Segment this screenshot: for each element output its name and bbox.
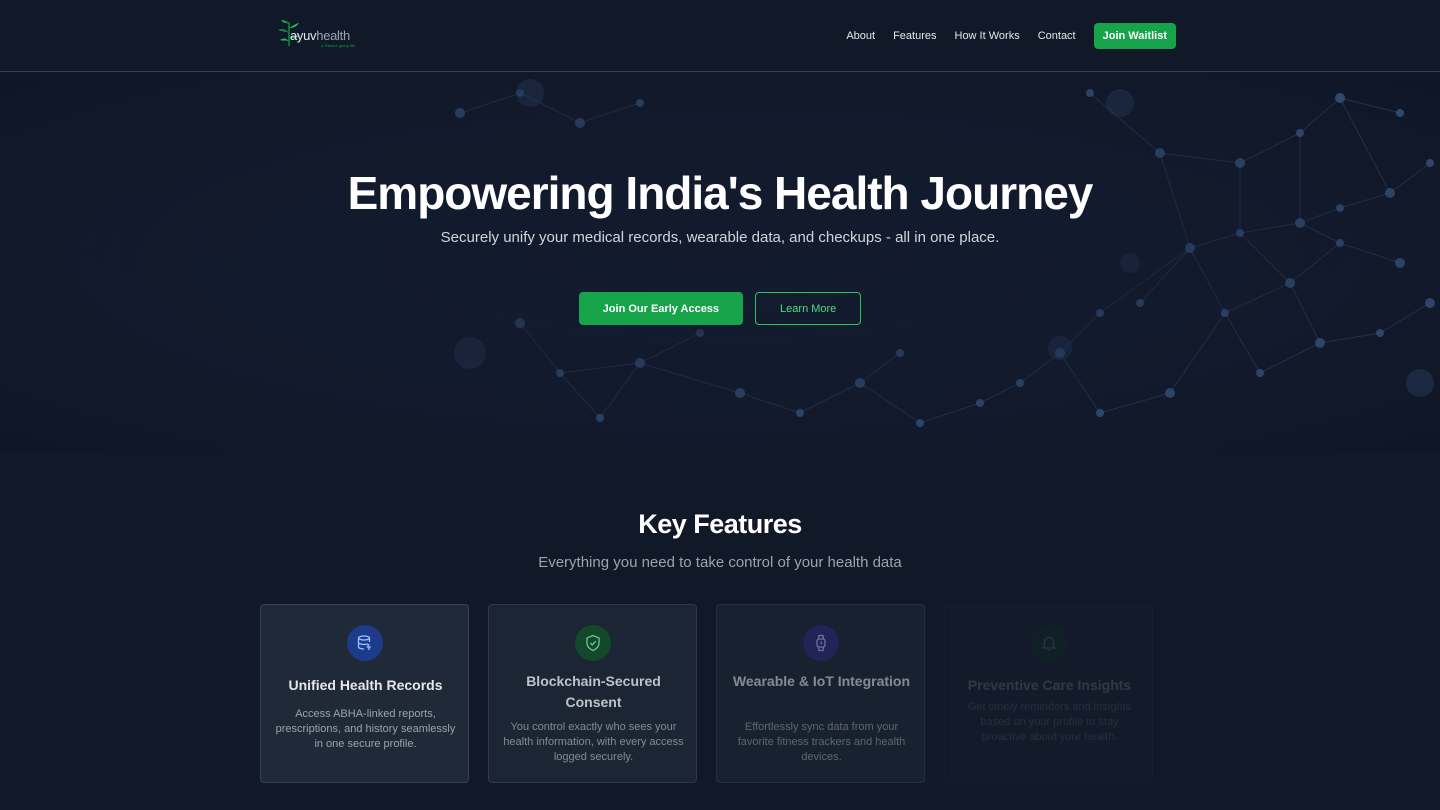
nav-contact[interactable]: Contact xyxy=(1038,30,1076,42)
logo-tagline: a Trikon4 group life xyxy=(321,43,356,48)
site-header: ayuvhealth a Trikon4 group life About Fe… xyxy=(0,0,1440,72)
hero-subtitle: Securely unify your medical records, wea… xyxy=(440,229,1000,246)
feature-icon-badge xyxy=(1031,625,1067,661)
nav-how-it-works[interactable]: How It Works xyxy=(955,30,1020,42)
feature-icon-badge xyxy=(347,625,383,661)
feature-description: You control exactly who sees your health… xyxy=(503,721,684,763)
logo-wordmark: ayuvhealth xyxy=(290,28,350,43)
join-waitlist-button[interactable]: Join Waitlist xyxy=(1093,23,1176,49)
nav-features[interactable]: Features xyxy=(893,30,936,42)
hero-actions: Join Our Early Access Learn More xyxy=(0,292,1440,325)
feature-card-wearable-integration: Wearable & IoT Integration Effortlessly … xyxy=(716,604,925,783)
logo-text-health: health xyxy=(316,28,350,43)
feature-card-preventive-care: Preventive Care Insights Get timely remi… xyxy=(944,604,1153,783)
nav-about[interactable]: About xyxy=(846,30,875,42)
logo-text-ayuv: ayuv xyxy=(290,28,317,43)
feature-title: Blockchain-Secured Consent xyxy=(526,673,661,710)
database-icon xyxy=(357,635,372,651)
feature-card-blockchain-consent: Blockchain-Secured Consent You control e… xyxy=(488,604,697,783)
feature-description: Effortlessly sync data from your favorit… xyxy=(737,721,906,763)
feature-icon-badge xyxy=(575,625,611,661)
features-subtitle: Everything you need to take control of y… xyxy=(538,554,902,571)
hero-title: Empowering India's Health Journey xyxy=(347,167,1094,219)
join-early-access-button[interactable]: Join Our Early Access xyxy=(578,292,744,325)
feature-title: Unified Health Records xyxy=(288,677,443,693)
feature-card-unified-records: Unified Health Records Access ABHA-linke… xyxy=(260,604,469,783)
feature-title: Wearable & IoT Integration xyxy=(732,673,911,689)
feature-description: Get timely reminders and insights based … xyxy=(967,701,1132,743)
bell-icon xyxy=(1041,636,1057,651)
feature-description: Access ABHA-linked reports, prescription… xyxy=(275,708,456,750)
main-nav: About Features How It Works Contact Join… xyxy=(846,23,1176,49)
brand-logo[interactable]: ayuvhealth a Trikon4 group life xyxy=(277,18,367,50)
feature-title: Preventive Care Insights xyxy=(967,677,1132,693)
features-title: Key Features xyxy=(638,509,802,539)
network-background xyxy=(0,73,1440,451)
learn-more-button[interactable]: Learn More xyxy=(755,292,862,325)
shield-check-icon xyxy=(586,634,600,652)
hero-section: Empowering India's Health Journey Secure… xyxy=(0,73,1440,451)
watch-icon xyxy=(816,634,826,652)
feature-icon-badge xyxy=(803,625,839,661)
